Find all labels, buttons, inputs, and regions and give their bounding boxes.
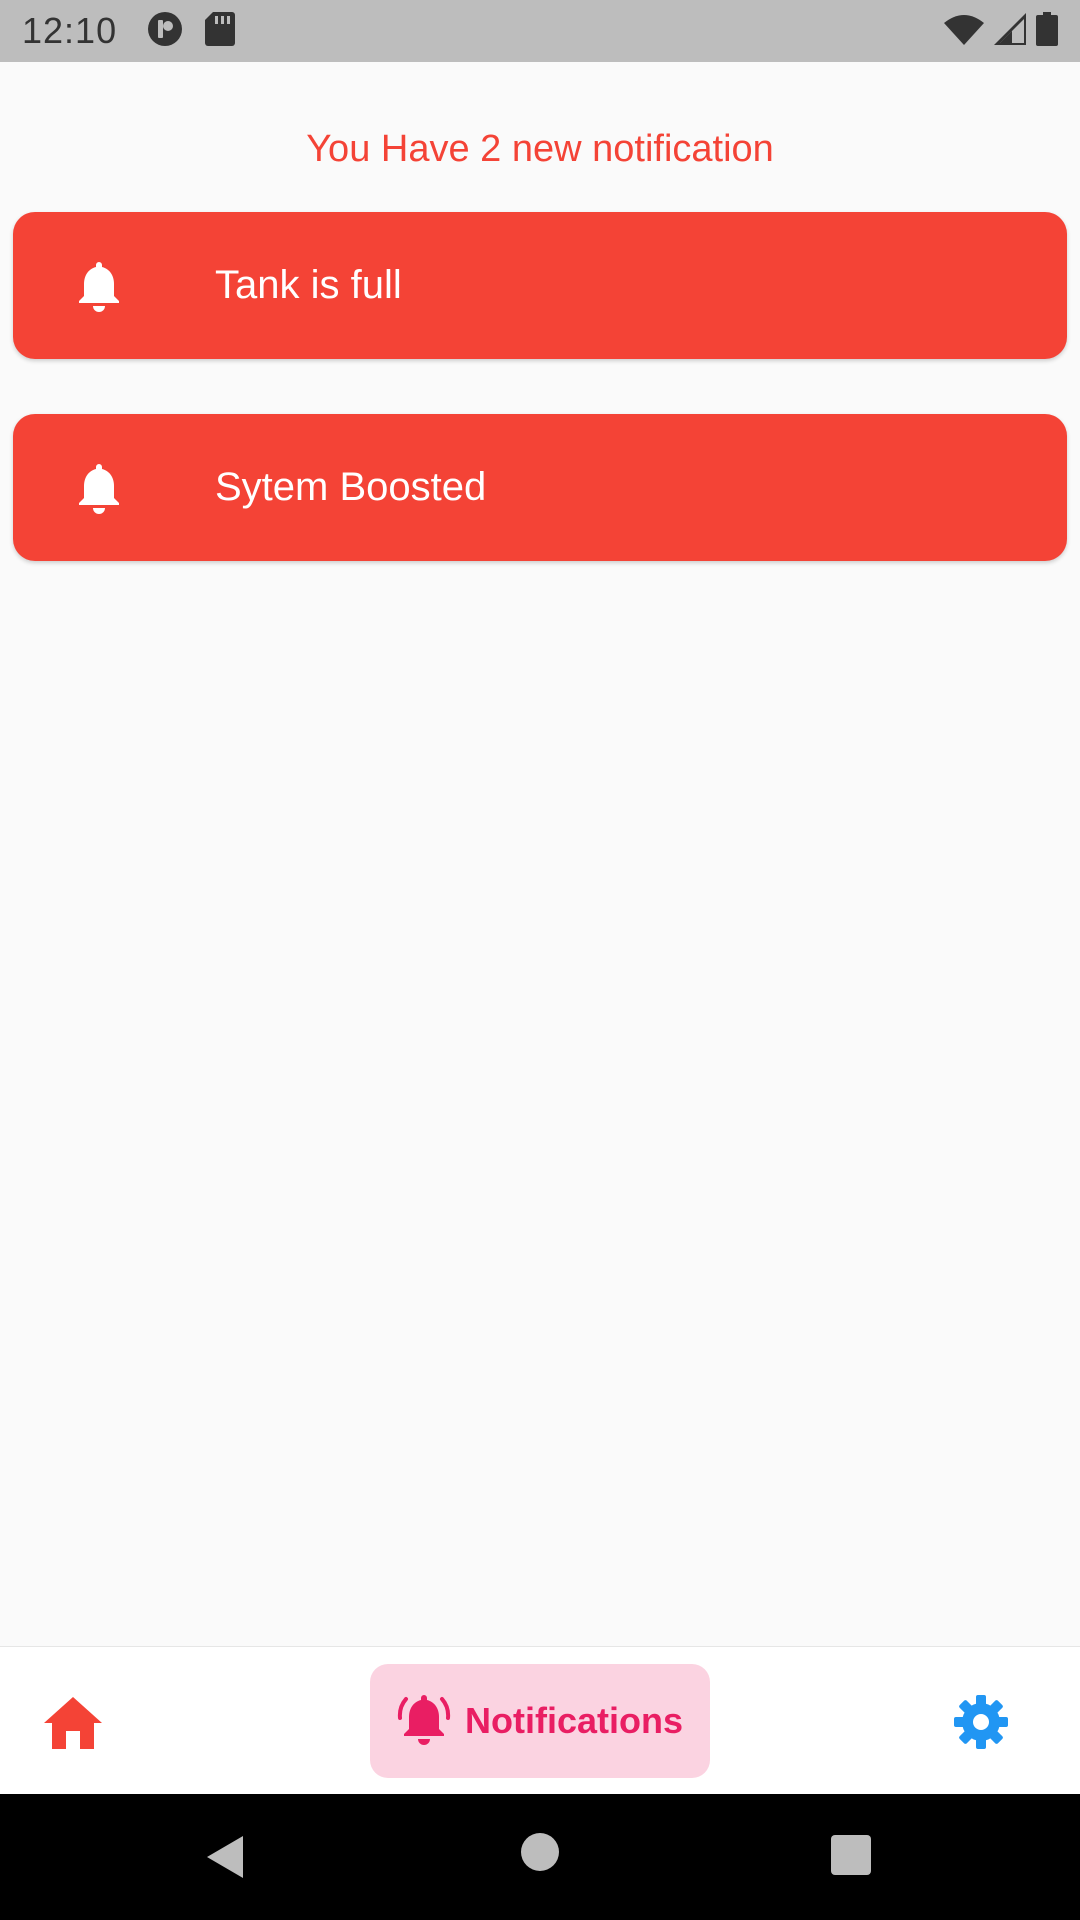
wifi-icon xyxy=(944,13,984,50)
cell-signal-icon xyxy=(994,12,1026,50)
bell-icon xyxy=(75,260,123,314)
bell-ringing-icon xyxy=(397,1691,451,1752)
battery-icon xyxy=(1036,11,1058,51)
status-time: 12:10 xyxy=(22,10,118,51)
app-screen: 12:10 You Have 2 new notification Tank i… xyxy=(0,0,1080,1920)
sd-card-icon xyxy=(205,11,236,51)
recents-icon[interactable] xyxy=(831,1835,871,1875)
notification-card-system-boosted[interactable]: Sytem Boosted xyxy=(13,414,1067,561)
back-icon[interactable] xyxy=(205,1834,245,1885)
notification-card-tank-full[interactable]: Tank is full xyxy=(13,212,1067,359)
nav-tab-label: Notifications xyxy=(464,1700,683,1741)
home-circle-icon[interactable] xyxy=(521,1833,559,1871)
home-icon[interactable] xyxy=(42,1695,104,1751)
status-bar: 12:10 xyxy=(0,0,1080,62)
bottom-navigation: Notifications xyxy=(0,1646,1080,1794)
notification-label: Sytem Boosted xyxy=(215,465,487,509)
gear-icon[interactable] xyxy=(952,1693,1010,1751)
sync-icon xyxy=(147,11,183,52)
notification-label: Tank is full xyxy=(215,263,402,307)
nav-tab-notifications[interactable]: Notifications xyxy=(370,1664,710,1778)
notification-count-header: You Have 2 new notification xyxy=(306,128,774,170)
bell-icon xyxy=(75,462,123,516)
system-navigation-bar xyxy=(0,1794,1080,1920)
